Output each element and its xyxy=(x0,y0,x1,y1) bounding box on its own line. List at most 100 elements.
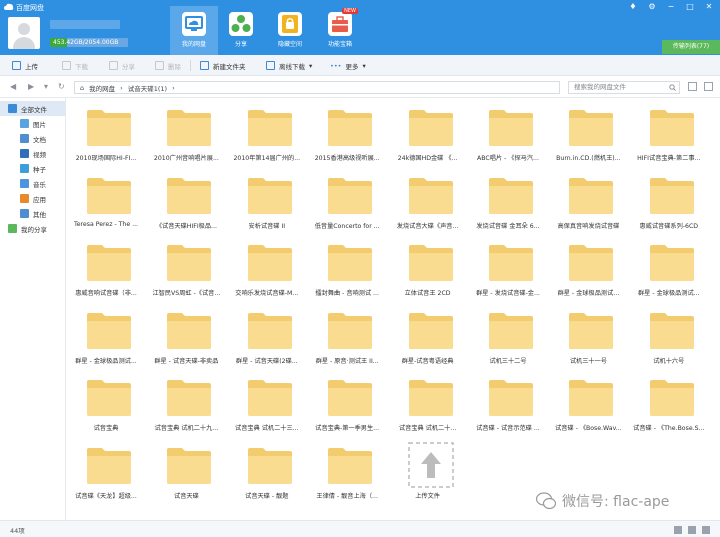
breadcrumb-root[interactable]: 我的网盘 xyxy=(89,83,115,93)
folder-icon xyxy=(408,311,454,350)
folder-item[interactable]: 立体试音王 2CD xyxy=(388,233,468,299)
folder-item[interactable]: 试机三十二号 xyxy=(468,301,548,367)
folder-icon xyxy=(247,108,293,147)
folder-item[interactable]: 试机十六号 xyxy=(629,301,709,367)
folder-item[interactable]: 群星 - 金球极品测试... xyxy=(66,301,146,367)
folder-item[interactable]: 群星 - 原音·测试王 II... xyxy=(307,301,387,367)
back-icon[interactable]: ◀ xyxy=(10,82,16,91)
folder-item[interactable]: 交响乐发烧试音碟-M... xyxy=(227,233,307,299)
tab-hidden-space[interactable]: 隐藏空间 xyxy=(268,8,312,52)
skin-icon[interactable]: ♦ xyxy=(628,2,638,11)
upload-placeholder[interactable]: 上传文件 xyxy=(388,436,468,502)
settings-small-icon[interactable] xyxy=(702,526,710,534)
folder-item[interactable]: 发烧试音碟 金耳朵 6... xyxy=(468,166,548,232)
folder-name: 交响乐发烧试音碟-M... xyxy=(235,290,299,298)
home-icon[interactable]: ⌂ xyxy=(80,84,84,92)
folder-item[interactable]: 2010年第14届广州的... xyxy=(227,98,307,164)
watermark-text: 微信号: flac-ape xyxy=(562,494,670,510)
folder-item[interactable]: 2010现场国际HI-FI... xyxy=(66,98,146,164)
folder-item[interactable]: 群星 - 试音天碟-非卖品 xyxy=(146,301,226,367)
sidebar-item[interactable]: 图片 xyxy=(0,116,66,131)
forward-icon[interactable]: ▶ xyxy=(28,82,34,91)
list-view-icon[interactable] xyxy=(688,82,697,91)
folder-item[interactable]: 安析试音碟 II xyxy=(227,166,307,232)
folder-item[interactable]: 江智民VS周虹 -《试音... xyxy=(146,233,226,299)
folder-item[interactable]: 2010广州音响唱片展... xyxy=(146,98,226,164)
delete-button[interactable]: 删除 xyxy=(155,60,181,71)
folder-item[interactable]: 惠威音响试音碟（非... xyxy=(66,233,146,299)
grid-view-icon[interactable] xyxy=(704,82,713,91)
sidebar-item[interactable]: 我的分享 xyxy=(0,221,66,236)
tab-share[interactable]: 分享 xyxy=(219,8,263,52)
tab-toolbox[interactable]: NEW 功能宝箱 xyxy=(318,8,362,52)
folder-name: HIFI试音宝典-第二事... xyxy=(637,155,701,162)
sidebar-item[interactable]: 应用 xyxy=(0,191,66,206)
breadcrumb-current[interactable]: 试音天碟1(1) xyxy=(128,83,167,93)
folder-item[interactable]: 群星 - 试音天碟(2碟... xyxy=(227,301,307,367)
offline-download-button[interactable]: 离线下载 ▾ xyxy=(266,60,312,71)
sidebar-item[interactable]: 视频 xyxy=(0,146,66,161)
folder-icon xyxy=(166,176,212,215)
search-input[interactable]: 搜索我的网盘文件 xyxy=(568,81,680,94)
dropdown-icon[interactable]: ▾ xyxy=(44,82,48,91)
folder-item[interactable]: 试音宝典 试机二十三... xyxy=(227,368,307,434)
folder-item[interactable]: 试音碟《天龙】超级... xyxy=(66,436,146,502)
search-icon[interactable] xyxy=(669,84,676,91)
folder-item[interactable]: 群星 - 发烧试音碟-金... xyxy=(468,233,548,299)
folder-item[interactable]: 低音量Concerto for ... xyxy=(307,166,387,232)
folder-item[interactable]: ABC唱片 - 《探马汽... xyxy=(468,98,548,164)
gear-icon[interactable]: ⚙ xyxy=(647,2,657,11)
folder-item[interactable]: 群星 - 金球极品测试... xyxy=(548,233,628,299)
folder-item[interactable]: 试机三十一号 xyxy=(548,301,628,367)
list-view-small-icon[interactable] xyxy=(688,526,696,534)
sidebar-item[interactable]: 种子 xyxy=(0,161,66,176)
tab-my-drive[interactable]: 我的网盘 xyxy=(170,6,218,55)
folder-item[interactable]: Teresa Perez - The ... xyxy=(66,166,146,232)
download-button[interactable]: 下载 xyxy=(62,60,88,71)
sidebar-item[interactable]: 音乐 xyxy=(0,176,66,191)
folder-icon xyxy=(488,311,534,350)
folder-item[interactable]: 惠威试音碟系列-6CD xyxy=(629,166,709,232)
sidebar-item[interactable]: 文档 xyxy=(0,131,66,146)
folder-item[interactable]: 试音碟 - 《The.Bose.S... xyxy=(629,368,709,434)
folder-item[interactable]: 王律倩 - 靓音上海（... xyxy=(307,436,387,502)
folder-item[interactable]: 24k德国HD金碟 《... xyxy=(388,98,468,164)
folder-item[interactable]: 试音碟 - 试音示范碟 ... xyxy=(468,368,548,434)
folder-item[interactable]: 2015香港高级视听展... xyxy=(307,98,387,164)
avatar[interactable] xyxy=(8,17,40,49)
item-count: 44项 xyxy=(10,527,25,535)
folder-name: 试音天碟 - 靓题 xyxy=(245,493,289,500)
folder-item[interactable]: Burn.in.CD.(燃机王)... xyxy=(548,98,628,164)
folder-icon xyxy=(327,243,373,282)
folder-item[interactable]: 试音宝典-第一季男生... xyxy=(307,368,387,434)
sidebar-item[interactable]: 其他 xyxy=(0,206,66,221)
share-button[interactable]: 分享 xyxy=(109,60,135,71)
folder-item[interactable]: 试音天碟 xyxy=(146,436,226,502)
sidebar-item-label: 应用 xyxy=(33,195,46,204)
minimize-icon[interactable]: − xyxy=(666,2,676,11)
folder-item[interactable]: 擂封舞曲 - 音响测试 ... xyxy=(307,233,387,299)
folder-item[interactable]: 群星 - 金球极品测试... xyxy=(629,233,709,299)
more-button[interactable]: ••• 更多 ▾ xyxy=(330,60,366,71)
upload-button[interactable]: 上传 xyxy=(12,60,38,71)
folder-item[interactable]: 群星-试音粤语经典 xyxy=(388,301,468,367)
folder-item[interactable]: 试音宝典 xyxy=(66,368,146,434)
close-icon[interactable]: ✕ xyxy=(704,2,714,11)
transfer-list-button[interactable]: 传输列表(77) xyxy=(662,40,720,54)
thumbnail-view-icon[interactable] xyxy=(674,526,682,534)
maximize-icon[interactable]: □ xyxy=(685,2,695,11)
folder-item[interactable]: 高保真音响发烧试音碟 xyxy=(548,166,628,232)
folder-icon xyxy=(247,311,293,350)
sidebar: 全部文件 图片 文档 视频 种子 音乐应用其他 我的分享 xyxy=(0,98,66,525)
folder-item[interactable]: 《试音天碟HIFI极品... xyxy=(146,166,226,232)
folder-item[interactable]: HIFI试音宝典-第二事... xyxy=(629,98,709,164)
folder-item[interactable]: 试音碟 - 《Bose.Wav... xyxy=(548,368,628,434)
folder-item[interactable]: 发烧试音大碟《声音... xyxy=(388,166,468,232)
sidebar-item[interactable]: 全部文件 xyxy=(0,101,66,116)
folder-item[interactable]: 试音宝典 试机二十九... xyxy=(146,368,226,434)
refresh-icon[interactable]: ↻ xyxy=(58,82,65,91)
new-folder-button[interactable]: 新建文件夹 xyxy=(200,60,246,71)
folder-item[interactable]: 试音天碟 - 靓题 xyxy=(227,436,307,502)
folder-item[interactable]: 试音宝典 试机二十... xyxy=(388,368,468,434)
sidebar-category-icon xyxy=(20,149,29,158)
